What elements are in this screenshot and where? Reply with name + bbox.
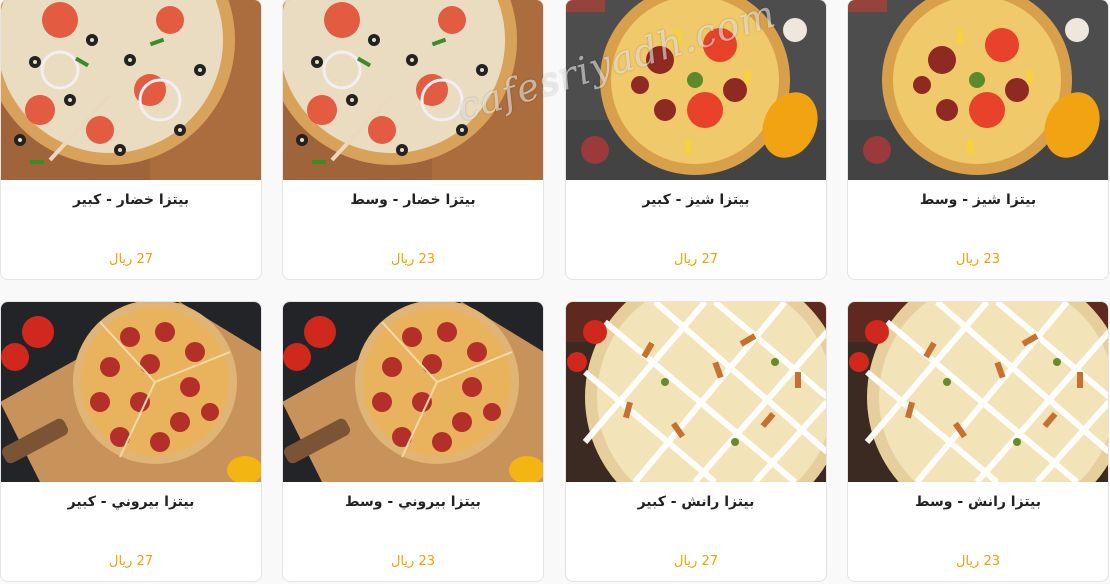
product-price: 23 ريال [956,554,1000,569]
product-name: بيتزا رانش - وسط [915,494,1041,510]
product-price: 27 ريال [109,554,153,569]
product-card[interactable]: بيتزا خضار - كبير 27 ريال [0,0,262,280]
product-price: 23 ريال [956,252,1000,267]
product-name: بيتزا شيز - كبير [642,192,750,208]
product-name: بيتزا شيز - وسط [919,192,1037,208]
product-name: بيتزا خضار - كبير [72,192,190,208]
cheese-pizza-photo [566,0,826,180]
product-card[interactable]: بيتزا شيز - كبير 27 ريال [565,0,827,280]
product-price: 23 ريال [391,252,435,267]
veggie-pizza-photo [1,0,261,180]
product-name: بيتزا خضار - وسط [350,192,476,208]
product-card[interactable]: بيتزا بيروني - وسط 23 ريال [282,301,544,582]
ranch-pizza-photo [566,302,826,482]
pepperoni-pizza-photo [1,302,261,482]
product-price: 27 ريال [109,252,153,267]
ranch-pizza-photo [848,302,1108,482]
product-card[interactable]: بيتزا خضار - وسط 23 ريال [282,0,544,280]
product-name: بيتزا بيروني - وسط [345,494,481,510]
pepperoni-pizza-photo [283,302,543,482]
product-price: 23 ريال [391,554,435,569]
product-name: بيتزا رانش - كبير [637,494,755,510]
product-card[interactable]: بيتزا رانش - وسط 23 ريال [847,301,1109,582]
product-name: بيتزا بيروني - كبير [67,494,195,510]
product-card[interactable]: بيتزا شيز - وسط 23 ريال [847,0,1109,280]
product-card[interactable]: بيتزا بيروني - كبير 27 ريال [0,301,262,582]
product-grid: بيتزا خضار - كبير 27 ريال بيتزا خضار - و… [0,0,1110,584]
veggie-pizza-photo [283,0,543,180]
product-price: 27 ريال [674,252,718,267]
cheese-pizza-photo [848,0,1108,180]
product-price: 27 ريال [674,554,718,569]
product-card[interactable]: بيتزا رانش - كبير 27 ريال [565,301,827,582]
